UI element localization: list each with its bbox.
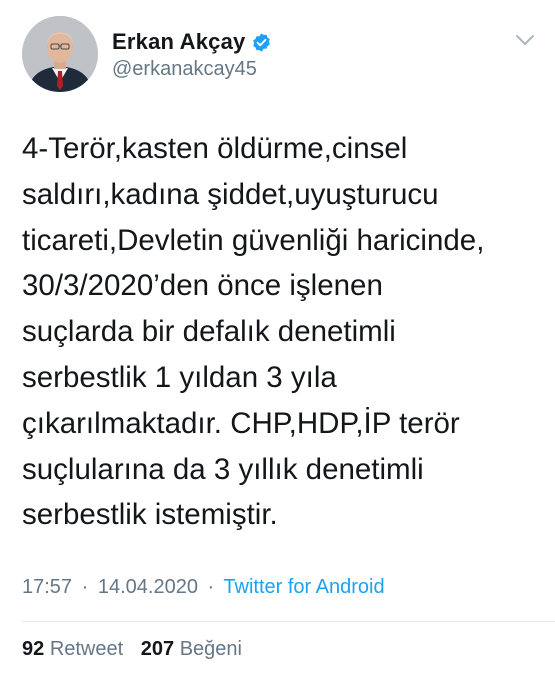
retweets-count: 92: [22, 638, 45, 660]
tweet-date[interactable]: 14.04.2020: [98, 576, 198, 598]
avatar[interactable]: [22, 16, 98, 92]
author-name-row[interactable]: Erkan Akçay: [112, 28, 272, 56]
likes-count: 207: [140, 638, 175, 660]
chevron-down-icon[interactable]: [513, 30, 537, 50]
likes-stat[interactable]: 207 Beğeni: [141, 638, 242, 660]
retweets-label: Retweet: [49, 638, 124, 660]
verified-badge-icon: [251, 32, 272, 53]
tweet-time[interactable]: 17:57: [22, 576, 72, 598]
avatar-portrait-icon: [22, 16, 98, 92]
divider: [22, 621, 555, 622]
likes-label: Beğeni: [179, 638, 242, 660]
tweet-stats: 92 Retweet 207 Beğeni: [22, 638, 254, 661]
author-handle[interactable]: @erkanakcay45: [112, 58, 257, 81]
tweet-card: Erkan Akçay @erkanakcay45 4-Terör,kasten…: [0, 0, 555, 676]
author-name[interactable]: Erkan Akçay: [112, 29, 245, 55]
tweet-text: 4-Terör,kasten öldürme,cinsel saldırı,ka…: [22, 132, 485, 532]
meta-separator: ·: [207, 576, 215, 598]
retweets-stat[interactable]: 92 Retweet: [22, 638, 129, 660]
meta-separator: ·: [81, 576, 89, 598]
tweet-source-link[interactable]: Twitter for Android: [223, 576, 384, 598]
tweet-meta: 17:57 · 14.04.2020 · Twitter for Android: [22, 576, 385, 599]
